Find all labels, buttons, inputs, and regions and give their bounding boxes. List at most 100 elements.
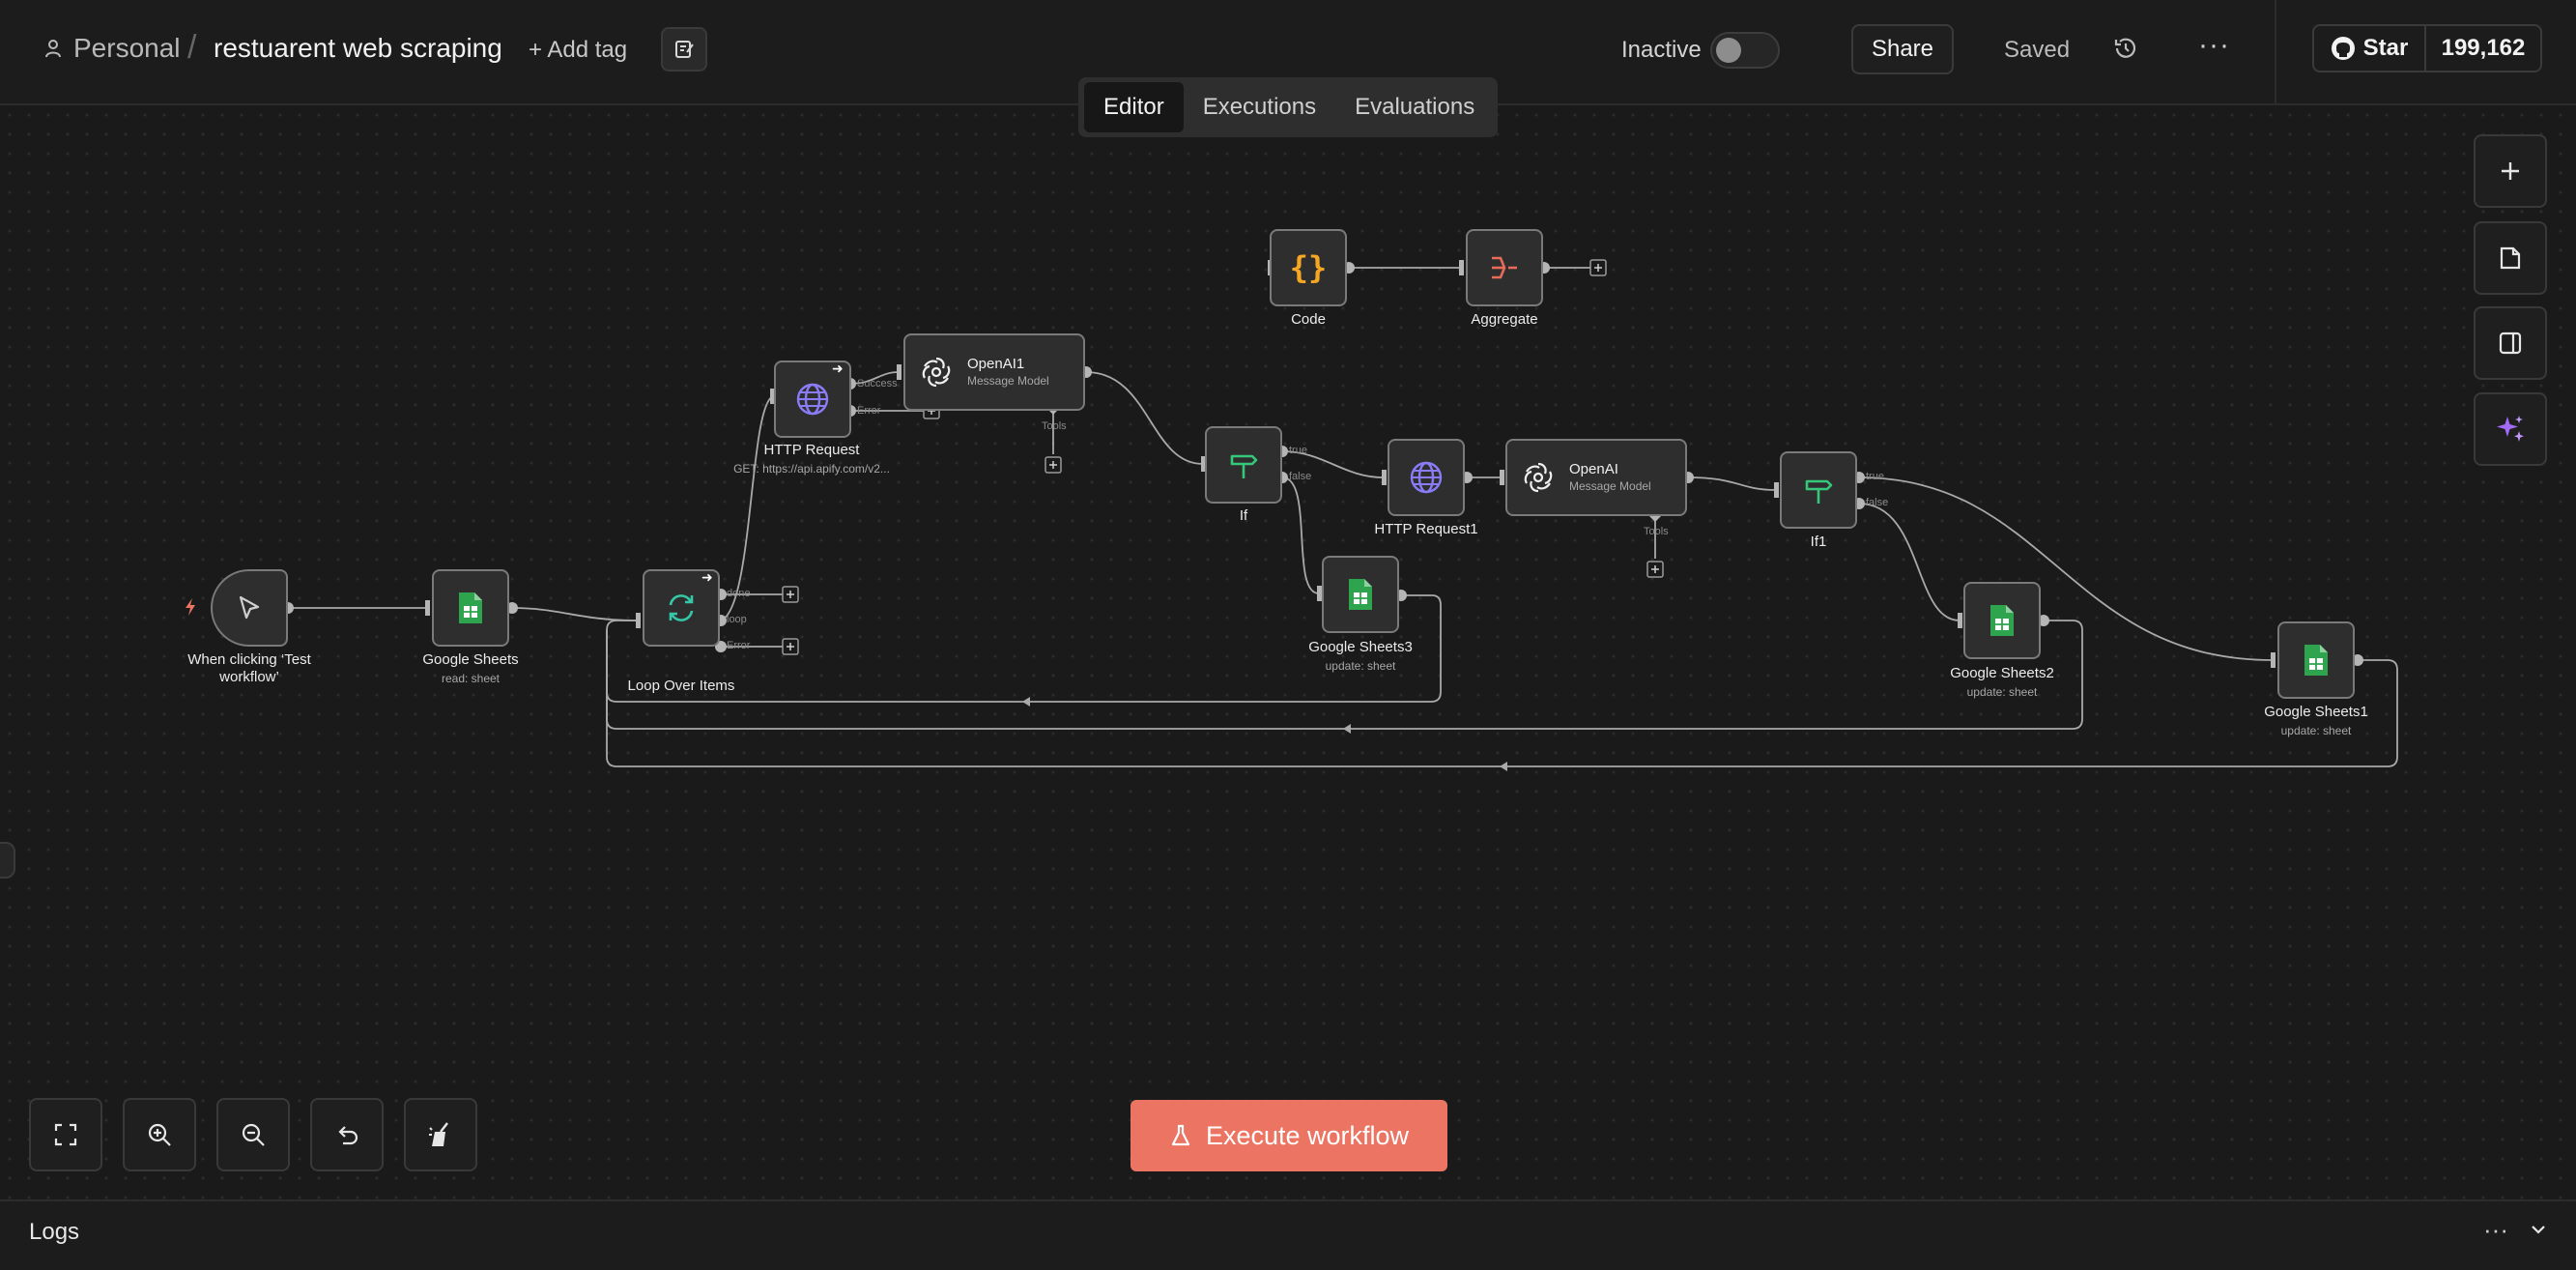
lightning-icon xyxy=(186,598,195,616)
logs-panel[interactable]: Logs ··· xyxy=(0,1199,2576,1270)
node-if[interactable] xyxy=(1205,426,1282,504)
globe-icon xyxy=(796,383,829,416)
github-star-button[interactable]: Star xyxy=(2314,26,2426,71)
node-label-sheets: Google Sheets xyxy=(422,651,519,668)
edit-description-button[interactable] xyxy=(661,27,707,72)
node-label-if1: If1 xyxy=(1810,534,1827,550)
node-sub-sheets1: update: sheet xyxy=(2280,724,2352,737)
github-star-widget[interactable]: Star 199,162 xyxy=(2312,24,2542,72)
divider xyxy=(2275,0,2276,105)
zoom-out-button[interactable] xyxy=(216,1098,290,1171)
port-label-done: done xyxy=(727,588,751,599)
tidy-up-icon xyxy=(429,1122,448,1146)
tidy-up-button[interactable] xyxy=(404,1098,477,1171)
flask-icon xyxy=(1171,1124,1190,1146)
port-label-loop-error: Error xyxy=(727,640,751,651)
node-openai1[interactable]: OpenAI1 Message Model xyxy=(903,333,1085,411)
execute-workflow-label: Execute workflow xyxy=(1205,1120,1410,1150)
chevron-down-icon xyxy=(2532,1226,2545,1234)
star-label: Star xyxy=(2362,35,2409,61)
history-button[interactable] xyxy=(2112,35,2139,67)
execute-workflow-button[interactable]: Execute workflow xyxy=(1131,1100,1447,1171)
node-label-trigger: When clicking ‘Test workflow’ xyxy=(187,651,311,685)
edge-openai-if1 xyxy=(1687,476,1777,491)
toggle-knob xyxy=(1716,38,1741,63)
node-openai1-text: OpenAI1 Message Model xyxy=(967,356,1049,389)
openai-icon xyxy=(1524,462,1553,493)
workflow-canvas[interactable]: done loop Error Success Error Tools true… xyxy=(0,105,2576,1199)
edge-sheets-loop xyxy=(511,607,639,621)
edge-if1-sheets2 xyxy=(1858,503,1961,621)
node-google-sheets1[interactable] xyxy=(2277,621,2355,699)
edge-if1-sheets1 xyxy=(1858,476,2274,661)
logs-collapse-button[interactable] xyxy=(2528,1219,2549,1245)
port-label-if-false: false xyxy=(1289,471,1312,482)
edit-description-icon xyxy=(675,41,694,58)
toggle-panel-button[interactable] xyxy=(2474,306,2547,380)
google-sheets-icon xyxy=(459,592,482,623)
workflow-name[interactable]: restuarent web scraping xyxy=(214,33,502,64)
port-label-success: Success xyxy=(857,378,898,390)
plus-icon xyxy=(2502,162,2519,180)
node-sub-sheets3: update: sheet xyxy=(1325,659,1396,673)
node-manual-trigger[interactable] xyxy=(211,569,288,647)
node-aggregate[interactable] xyxy=(1466,229,1543,306)
ai-assistant-button[interactable] xyxy=(2474,392,2547,466)
node-title-openai1: OpenAI1 xyxy=(967,356,1025,373)
node-google-sheets3[interactable] xyxy=(1322,556,1399,633)
fit-view-button[interactable] xyxy=(29,1098,102,1171)
zoom-in-button[interactable] xyxy=(123,1098,196,1171)
edge-if-sheets3 xyxy=(1281,476,1320,594)
node-label-loop: Loop Over Items xyxy=(627,678,735,694)
logs-more-button[interactable]: ··· xyxy=(2483,1215,2508,1245)
globe-icon xyxy=(1410,461,1443,494)
history-icon xyxy=(2114,38,2136,58)
loop-icon xyxy=(669,594,694,621)
status-label: Inactive xyxy=(1621,37,1702,63)
port-label-if-true: true xyxy=(1289,445,1307,456)
arrow-right-icon: ➜ xyxy=(701,569,713,585)
node-label-sheets1: Google Sheets1 xyxy=(2264,704,2368,720)
signpost-icon xyxy=(1805,479,1833,504)
edge-openai1-if xyxy=(1085,371,1204,465)
node-code[interactable]: {} xyxy=(1270,229,1347,306)
node-google-sheets2[interactable] xyxy=(1963,582,2041,659)
add-tag-button[interactable]: + Add tag xyxy=(529,37,627,64)
user-icon xyxy=(45,40,61,58)
node-if1[interactable] xyxy=(1780,451,1857,529)
node-label-code: Code xyxy=(1291,311,1326,328)
panel-icon xyxy=(2499,332,2522,355)
undo-button[interactable] xyxy=(310,1098,384,1171)
active-toggle[interactable] xyxy=(1710,32,1780,69)
aggregate-icon xyxy=(1492,256,1517,279)
add-node-button[interactable] xyxy=(2474,134,2547,208)
breadcrumb-project[interactable]: Personal xyxy=(44,33,181,64)
port-label-if1-true: true xyxy=(1866,471,1884,482)
tab-editor[interactable]: Editor xyxy=(1084,82,1184,132)
undo-icon xyxy=(338,1126,358,1145)
project-name: Personal xyxy=(73,33,181,63)
google-sheets-icon xyxy=(1349,579,1372,610)
tab-executions[interactable]: Executions xyxy=(1184,82,1335,132)
node-sub-openai: Message Model xyxy=(1569,478,1651,493)
share-button[interactable]: Share xyxy=(1851,24,1954,74)
github-icon xyxy=(2331,37,2355,60)
node-label-sheets2: Google Sheets2 xyxy=(1950,665,2054,681)
tab-evaluations[interactable]: Evaluations xyxy=(1335,82,1494,132)
fit-view-icon xyxy=(54,1123,77,1146)
arrow-right-icon: ➜ xyxy=(832,361,844,376)
node-openai[interactable]: OpenAI Message Model xyxy=(1505,439,1687,516)
port-label-loop: loop xyxy=(727,614,747,625)
node-google-sheets[interactable] xyxy=(432,569,509,647)
more-options-button[interactable]: ··· xyxy=(2198,29,2230,62)
openai-icon xyxy=(922,357,951,388)
port-label-openai1-tools: Tools xyxy=(1042,420,1067,432)
zoom-in-icon xyxy=(148,1123,171,1146)
sparkles-icon xyxy=(2497,416,2524,442)
add-sticky-note-button[interactable] xyxy=(2474,221,2547,295)
node-http-request1[interactable] xyxy=(1388,439,1465,516)
edge-sheets1-return xyxy=(606,630,2398,767)
signpost-icon xyxy=(1230,454,1258,478)
node-openai-text: OpenAI Message Model xyxy=(1569,461,1651,494)
star-count: 199,162 xyxy=(2441,35,2526,61)
